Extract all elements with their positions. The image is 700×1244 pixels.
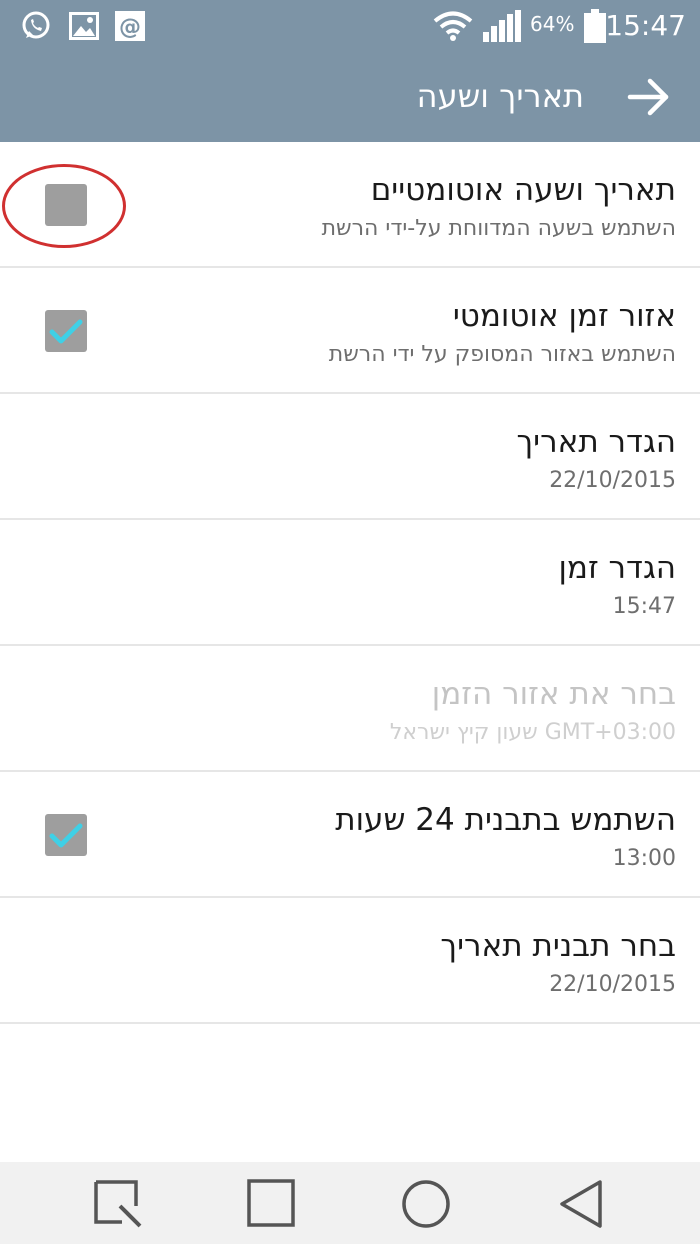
checkmark-icon [49,823,83,848]
24-hour-format-checkbox[interactable] [45,814,87,856]
battery-icon [583,9,607,43]
back-triangle-icon [560,1180,602,1228]
gallery-icon [68,10,100,42]
setting-24-hour-format[interactable]: השתמש בתבנית 24 שעות 13:00 [0,772,700,898]
setting-set-time[interactable]: הגדר זמן 15:47 [0,520,700,646]
setting-auto-date-time[interactable]: תאריך ושעה אוטומטיים השתמש בשעה המדווחת … [0,142,700,268]
status-bar: @ 64% 15:47 [0,0,700,52]
setting-subtitle: GMT+03:00 שעון קיץ ישראל [389,720,676,745]
auto-date-time-checkbox[interactable] [45,184,87,226]
battery-percent: 64% [530,12,575,36]
setting-auto-timezone[interactable]: אזור זמן אוטומטי השתמש באזור המסופק על י… [0,268,700,394]
setting-title: השתמש בתבנית 24 שעות [335,802,676,838]
setting-title: בחר את אזור הזמן [431,676,676,712]
setting-title: הגדר תאריך [516,424,676,460]
home-icon [247,1179,295,1227]
clock-time: 15:47 [605,9,686,42]
page-title: תאריך ושעה [416,77,584,115]
email-icon: @ [114,10,146,42]
setting-select-timezone: בחר את אזור הזמן GMT+03:00 שעון קיץ ישרא… [0,646,700,772]
signal-icon [482,10,522,42]
wifi-icon [432,10,474,42]
back-nav-button[interactable] [556,1178,608,1230]
setting-title: תאריך ושעה אוטומטיים [370,172,676,208]
checkmark-icon [49,319,83,344]
auto-timezone-checkbox[interactable] [45,310,87,352]
svg-text:@: @ [119,15,141,40]
setting-set-date[interactable]: הגדר תאריך 22/10/2015 [0,394,700,520]
back-button[interactable] [626,74,672,120]
setting-subtitle: 15:47 [612,594,676,619]
setting-subtitle: השתמש באזור המסופק על ידי הרשת [328,342,676,367]
setting-subtitle: 22/10/2015 [549,972,676,997]
setting-subtitle: 13:00 [612,846,676,871]
navigation-bar [0,1162,700,1244]
whatsapp-icon [18,10,54,42]
assistant-circle-icon [402,1180,450,1228]
setting-title: אזור זמן אוטומטי [452,298,676,334]
app-bar: תאריך ושעה [0,52,700,142]
arrow-right-icon [627,78,669,116]
recent-apps-button[interactable] [92,1178,144,1230]
setting-title: בחר תבנית תאריך [440,928,676,964]
setting-date-format[interactable]: בחר תבנית תאריך 22/10/2015 [0,898,700,1024]
setting-subtitle: 22/10/2015 [549,468,676,493]
settings-list: תאריך ושעה אוטומטיים השתמש בשעה המדווחת … [0,142,700,1024]
setting-subtitle: השתמש בשעה המדווחת על-ידי הרשת [321,216,676,241]
setting-title: הגדר זמן [558,550,676,586]
recent-apps-icon [94,1180,142,1228]
home-button[interactable] [246,1178,298,1230]
assistant-button[interactable] [400,1178,452,1230]
